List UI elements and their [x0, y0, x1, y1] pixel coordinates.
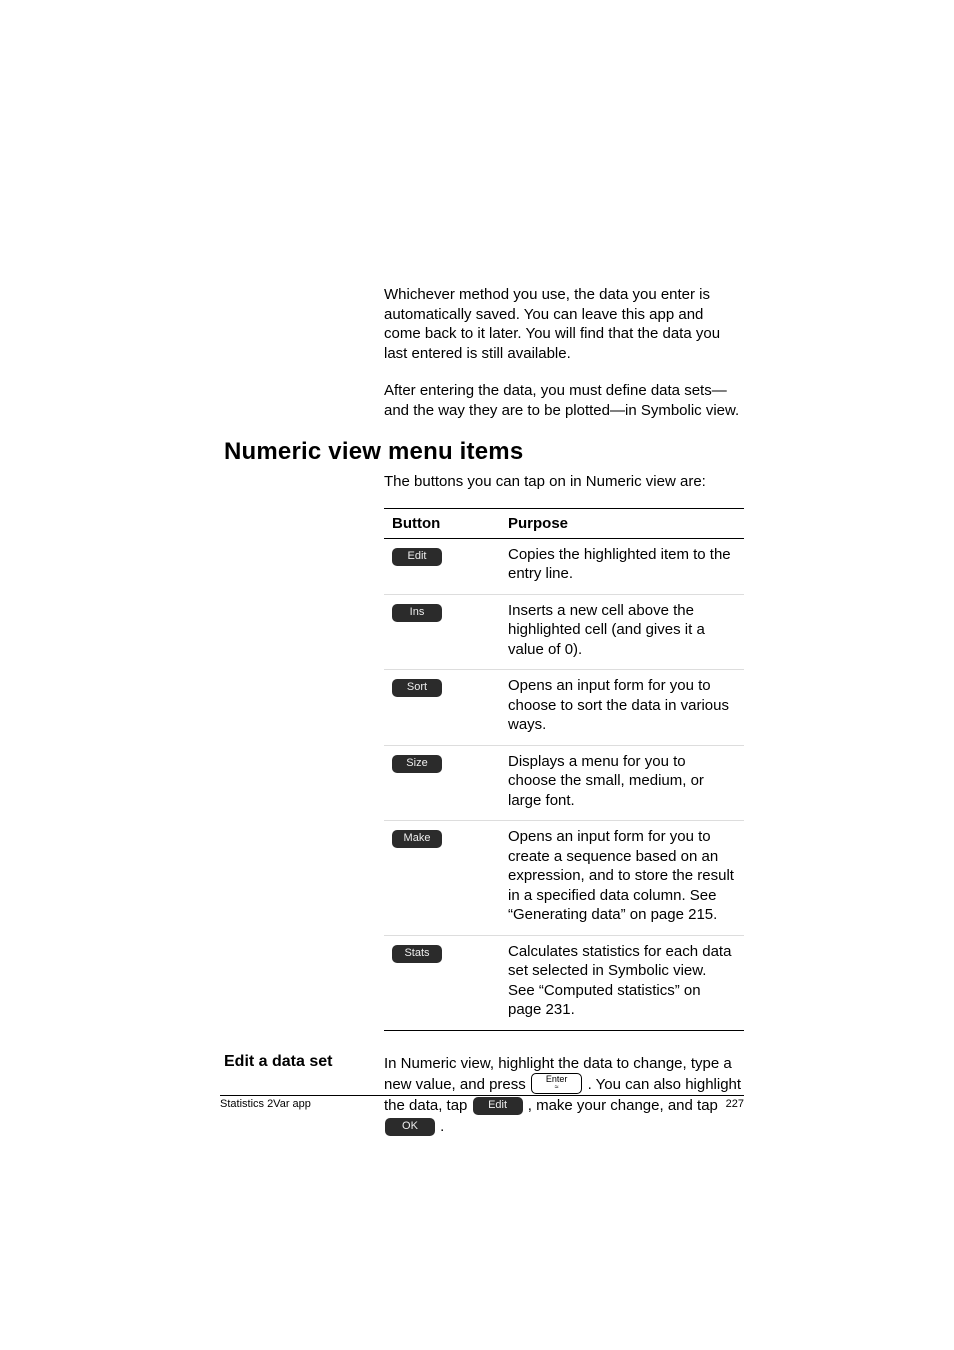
enter-key-icon: Enter≈: [531, 1073, 583, 1095]
table-row: Edit Copies the highlighted item to the …: [384, 538, 744, 594]
sort-button-icon: Sort: [392, 679, 442, 697]
table-row: Size Displays a menu for you to choose t…: [384, 745, 744, 821]
footer-app-name: Statistics 2Var app: [220, 1098, 311, 1110]
footer-page-number: 227: [726, 1098, 744, 1110]
purpose-stats: Calculates statistics for each data set …: [500, 935, 744, 1030]
purpose-size: Displays a menu for you to choose the sm…: [500, 745, 744, 821]
section-title-numeric-view-menu-items: Numeric view menu items: [224, 438, 744, 466]
purpose-edit: Copies the highlighted item to the entry…: [500, 538, 744, 594]
table-row: Ins Inserts a new cell above the highlig…: [384, 594, 744, 670]
table-header-purpose: Purpose: [500, 508, 744, 538]
edit-post-text: .: [440, 1118, 444, 1135]
ins-button-icon: Ins: [392, 604, 442, 622]
table-row: Sort Opens an input form for you to choo…: [384, 670, 744, 746]
ok-button-inline-icon: OK: [385, 1118, 435, 1136]
stats-button-icon: Stats: [392, 945, 442, 963]
buttons-table: Button Purpose Edit Copies the highlight…: [384, 508, 744, 1031]
size-button-icon: Size: [392, 755, 442, 773]
make-button-icon: Make: [392, 830, 442, 848]
page-footer: Statistics 2Var app 227: [220, 1095, 744, 1110]
intro-line: The buttons you can tap on in Numeric vi…: [384, 472, 744, 492]
subsection-edit-a-data-set: Edit a data set: [224, 1053, 356, 1071]
table-row: Make Opens an input form for you to crea…: [384, 821, 744, 936]
paragraph-define-sets: After entering the data, you must define…: [384, 381, 744, 420]
paragraph-auto-save: Whichever method you use, the data you e…: [384, 285, 744, 363]
table-header-button: Button: [384, 508, 500, 538]
purpose-sort: Opens an input form for you to choose to…: [500, 670, 744, 746]
edit-button-icon: Edit: [392, 548, 442, 566]
table-row: Stats Calculates statistics for each dat…: [384, 935, 744, 1030]
purpose-ins: Inserts a new cell above the highlighted…: [500, 594, 744, 670]
purpose-make: Opens an input form for you to create a …: [500, 821, 744, 936]
